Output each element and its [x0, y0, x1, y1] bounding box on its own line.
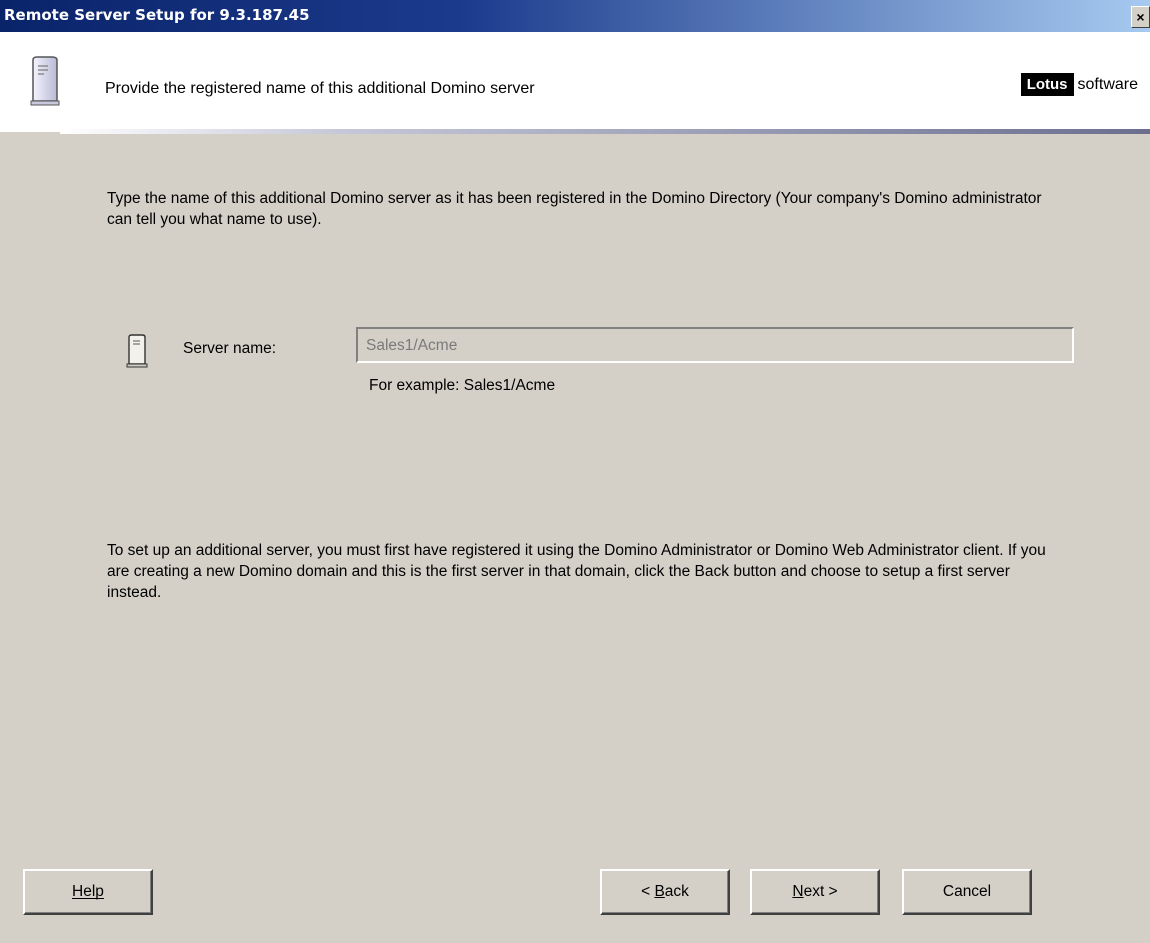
back-button-accel: B — [654, 883, 665, 900]
window-title: Remote Server Setup for 9.3.187.45 — [4, 6, 310, 24]
server-name-input[interactable] — [356, 327, 1074, 363]
header-divider — [60, 129, 1150, 134]
back-button-label: ack — [664, 883, 689, 900]
title-bar[interactable]: Remote Server Setup for 9.3.187.45 × — [0, 0, 1150, 32]
next-button-accel: N — [792, 883, 804, 900]
server-name-label: Server name: — [183, 340, 277, 357]
next-button[interactable]: Next > — [750, 869, 880, 915]
next-button-label: ext > — [803, 883, 838, 900]
server-icon — [30, 56, 60, 111]
help-button[interactable]: Help — [23, 869, 153, 915]
close-button[interactable]: × — [1131, 6, 1150, 28]
note-text: To set up an additional server, you must… — [107, 542, 1046, 601]
cancel-button-label: Cancel — [942, 883, 992, 900]
logo-lotus: Lotus — [1020, 73, 1074, 96]
setup-window: Remote Server Setup for 9.3.187.45 × Pro… — [0, 0, 1150, 943]
server-name-example: For example: Sales1/Acme — [369, 377, 556, 394]
help-button-label: Help — [72, 883, 104, 900]
close-icon: × — [1136, 9, 1145, 25]
back-button-prefix: < — [641, 883, 655, 900]
lotus-logo: Lotus software — [1020, 73, 1138, 96]
cancel-button[interactable]: Cancel — [902, 869, 1032, 915]
back-button[interactable]: < Back — [600, 869, 730, 915]
intro-text: Type the name of this additional Domino … — [107, 190, 1042, 228]
server-name-icon — [126, 334, 148, 373]
header-instruction: Provide the registered name of this addi… — [105, 80, 535, 97]
logo-software: software — [1077, 75, 1138, 93]
